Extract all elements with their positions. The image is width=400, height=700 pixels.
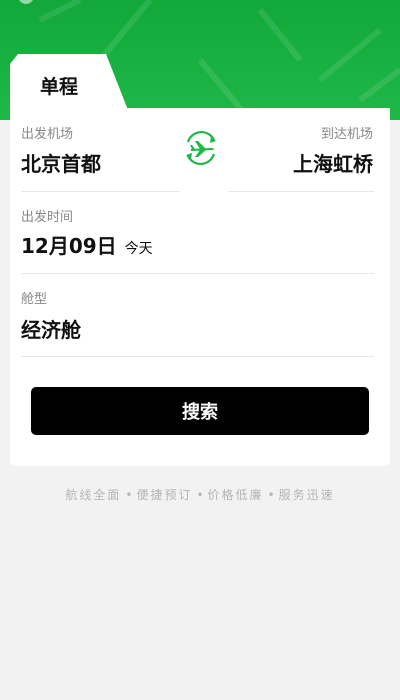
feature-item: 便捷预订 [136, 488, 193, 502]
departure-label: 出发机场 [21, 127, 74, 142]
separator-dot: • [125, 488, 133, 502]
date-label: 出发时间 [21, 210, 74, 225]
cabin-value[interactable]: 经济舱 [21, 314, 81, 343]
separator-dot: • [196, 488, 204, 502]
search-button[interactable]: 搜索 [31, 387, 369, 435]
date-field[interactable]: 12月09日 今天 [21, 230, 153, 259]
feature-item: 服务迅速 [278, 488, 335, 502]
plane-swap-icon[interactable] [181, 128, 221, 168]
features-bar: 航线全面 • 便捷预订 • 价格低廉 • 服务迅速 [0, 486, 400, 503]
cabin-divider [21, 356, 374, 357]
date-relative: 今天 [124, 241, 153, 257]
tab-one-way-label: 单程 [40, 76, 79, 98]
arrival-airport[interactable]: 上海虹桥 [293, 148, 373, 177]
feature-item: 航线全面 [65, 488, 122, 502]
departure-divider [21, 191, 180, 192]
date-value: 12月09日 [21, 234, 117, 258]
date-divider [21, 273, 374, 274]
cabin-label: 舱型 [21, 292, 48, 307]
feature-item: 价格低廉 [207, 488, 264, 502]
separator-dot: • [267, 488, 275, 502]
arrival-label: 到达机场 [320, 127, 373, 142]
arrival-divider [228, 191, 374, 192]
departure-airport[interactable]: 北京首都 [21, 148, 101, 177]
